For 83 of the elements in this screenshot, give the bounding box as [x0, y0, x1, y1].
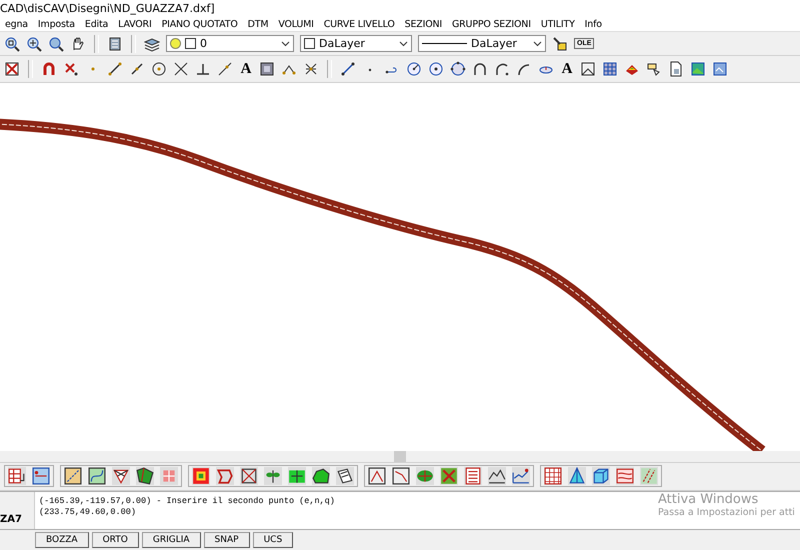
square-icon: [185, 38, 196, 50]
circle-icon[interactable]: [450, 60, 466, 77]
command-line: (233.75,49.60,0.00): [39, 507, 136, 518]
triangle-mesh-icon[interactable]: [112, 467, 130, 486]
menu-item[interactable]: LAVORI: [113, 18, 157, 30]
grid-icon[interactable]: [544, 467, 562, 486]
tile-grid-icon[interactable]: [160, 467, 178, 486]
menu-item[interactable]: PIANO QUOTATO: [156, 18, 243, 30]
delete-icon[interactable]: [4, 60, 20, 77]
menu-item[interactable]: DTM: [242, 18, 274, 30]
segment-icon[interactable]: [340, 60, 356, 77]
zoom-in-icon[interactable]: [26, 36, 42, 52]
circle-icon[interactable]: [428, 60, 444, 77]
zoom-window-icon[interactable]: [4, 36, 20, 52]
menu-item[interactable]: egna: [0, 18, 33, 30]
profile-chart-icon[interactable]: [512, 467, 530, 486]
section-icon[interactable]: [368, 467, 386, 486]
pyramid-icon[interactable]: [568, 467, 586, 486]
picture-icon[interactable]: [690, 60, 706, 77]
document-icon[interactable]: [107, 36, 123, 52]
dotted-line-icon[interactable]: [64, 467, 82, 486]
status-button[interactable]: UCS: [252, 532, 294, 548]
node-network-icon[interactable]: [303, 60, 319, 77]
diagonal-lines-icon[interactable]: [640, 467, 658, 486]
curve-icon[interactable]: [88, 467, 106, 486]
list-icon[interactable]: [464, 467, 482, 486]
tangent-icon[interactable]: [217, 60, 233, 77]
layer-dropdown[interactable]: 0: [166, 35, 294, 52]
text-tool[interactable]: A: [239, 60, 253, 77]
splitter-handle[interactable]: [394, 450, 406, 462]
line-sample-icon: [422, 43, 467, 44]
picture-icon[interactable]: [712, 60, 728, 77]
window-title: CAD\disCAV\Disegni\ND_GUAZZA7.dxf]: [0, 0, 800, 17]
magnet-icon[interactable]: [41, 60, 57, 77]
cube-icon[interactable]: [592, 467, 610, 486]
menu-item[interactable]: VOLUMI: [273, 18, 319, 30]
bulb-icon: [170, 38, 181, 50]
hatch-square-icon[interactable]: [259, 60, 275, 77]
activation-title: Attiva Windows: [658, 492, 758, 507]
layers-icon[interactable]: [144, 36, 160, 52]
status-button[interactable]: BOZZA: [35, 532, 89, 548]
command-line: (-165.39,-119.57,0.00) - Inserire il secondo punto (e,n,q): [39, 496, 335, 508]
status-button[interactable]: GRIGLIA: [142, 532, 201, 548]
section-group-icon[interactable]: [392, 467, 410, 486]
caret-icon: [533, 40, 542, 47]
arc-icon[interactable]: [494, 60, 510, 77]
terrain-patch-icon[interactable]: [136, 467, 154, 486]
menu-item[interactable]: UTILITY: [536, 18, 580, 30]
linetype-dropdown[interactable]: DaLayer: [418, 35, 546, 52]
cross-icon[interactable]: [63, 60, 79, 77]
square-icon: [304, 38, 315, 50]
color-dropdown[interactable]: DaLayer: [300, 35, 412, 52]
page-icon[interactable]: [668, 60, 684, 77]
line-midpoint-icon[interactable]: [129, 60, 145, 77]
intersection-icon[interactable]: [173, 60, 189, 77]
menu-item[interactable]: GRUPPO SEZIONI: [447, 18, 536, 30]
status-button[interactable]: ORTO: [92, 532, 139, 548]
text-tool[interactable]: A: [560, 60, 574, 77]
status-button[interactable]: SNAP: [204, 532, 250, 548]
note-icon[interactable]: [646, 60, 662, 77]
menu-item[interactable]: Info: [580, 18, 607, 30]
line-icon[interactable]: [107, 60, 123, 77]
crossed-grid-icon[interactable]: [240, 467, 258, 486]
tree-icon[interactable]: [264, 467, 282, 486]
circle-center-icon[interactable]: [151, 60, 167, 77]
frame-icon[interactable]: [580, 60, 596, 77]
menu-item[interactable]: CURVE LIVELLO: [318, 18, 400, 30]
menu-item[interactable]: Edita: [80, 18, 114, 30]
circle-icon[interactable]: [406, 60, 422, 77]
arc-icon[interactable]: [472, 60, 488, 77]
menu-item[interactable]: Imposta: [32, 18, 80, 30]
profile-icon[interactable]: [488, 467, 506, 486]
contour-icon[interactable]: [192, 467, 210, 486]
zoom-icon[interactable]: [48, 36, 64, 52]
layer-pencil-icon[interactable]: [552, 36, 568, 52]
sheets-icon[interactable]: [336, 467, 354, 486]
caret-icon: [281, 40, 290, 47]
map-icon[interactable]: [616, 467, 634, 486]
hatch-icon[interactable]: [602, 60, 618, 77]
activation-subtitle: Passa a Impostazioni per atti: [658, 507, 795, 518]
menu-item[interactable]: SEZIONI: [400, 18, 447, 30]
terrain-icon[interactable]: [312, 467, 330, 486]
caret-icon: [399, 40, 408, 47]
